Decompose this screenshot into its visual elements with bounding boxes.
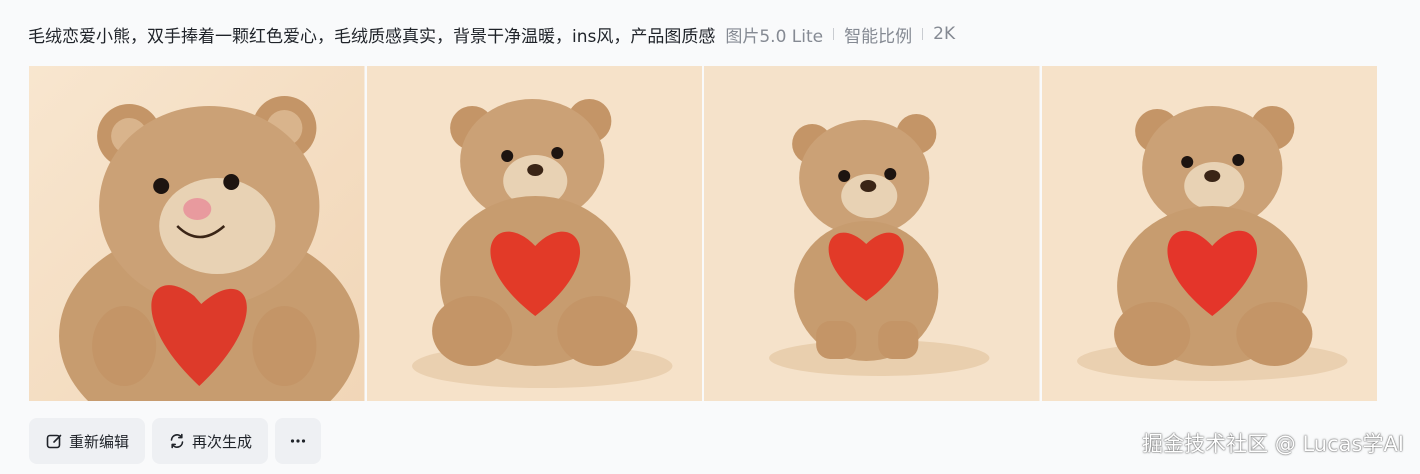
reedit-button[interactable]: 重新编辑: [29, 418, 146, 464]
ratio-label: 智能比例: [844, 26, 913, 47]
prompt-text: 毛绒恋爱小熊，双手捧着一颗红色爱心，毛绒质感真实，背景干净温暖，ins风，产品图…: [28, 26, 716, 47]
teddy-bear-image: [1041, 66, 1377, 401]
prompt-bar: 毛绒恋爱小熊，双手捧着一颗红色爱心，毛绒质感真实，背景干净温暖，ins风，产品图…: [28, 20, 955, 48]
model-label: 图片5.0 Lite: [725, 26, 824, 47]
generated-image-1[interactable]: [29, 66, 365, 401]
more-button[interactable]: [275, 418, 322, 464]
generated-image-3[interactable]: [704, 66, 1040, 401]
reedit-label: 重新编辑: [69, 432, 130, 451]
watermark: 掘金技术社区 @ Lucas学AI: [1142, 432, 1404, 456]
teddy-bear-image: [704, 66, 1040, 401]
resolution-label: 2K: [933, 24, 956, 44]
generated-image-4[interactable]: [1041, 66, 1377, 401]
more-icon: [289, 432, 307, 450]
action-bar: 重新编辑 再次生成: [29, 418, 322, 464]
generated-image-2[interactable]: [366, 66, 702, 401]
regenerate-button[interactable]: 再次生成: [152, 418, 269, 464]
refresh-icon: [168, 432, 186, 450]
edit-icon: [45, 432, 63, 450]
image-gallery: [29, 66, 1377, 401]
divider: [833, 28, 835, 40]
divider: [922, 28, 924, 40]
teddy-bear-image: [29, 66, 365, 401]
regenerate-label: 再次生成: [192, 432, 253, 451]
teddy-bear-image: [366, 66, 702, 401]
